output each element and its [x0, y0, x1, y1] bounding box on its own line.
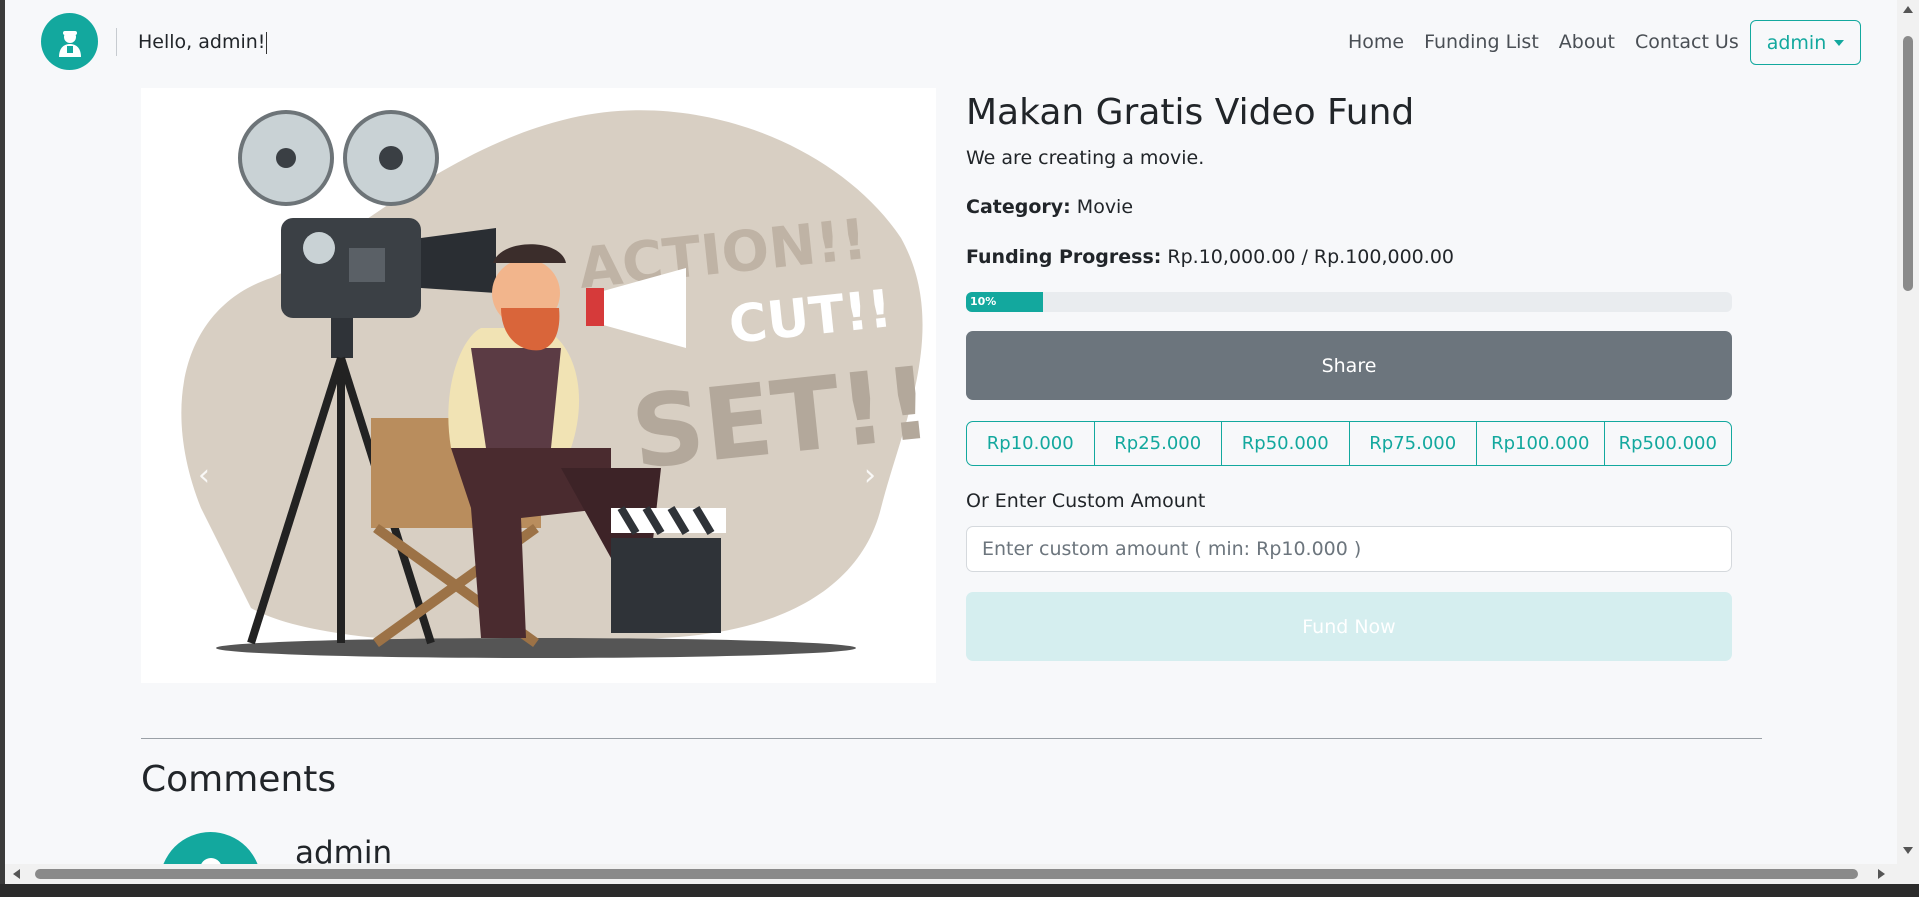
amount-button-75000[interactable]: Rp75.000: [1350, 422, 1477, 465]
comment-username: admin: [295, 835, 393, 864]
greeting-text: Hello, admin!: [138, 31, 268, 54]
nav-link-about[interactable]: About: [1559, 28, 1615, 56]
logo[interactable]: [41, 13, 98, 70]
carousel-next-button[interactable]: ›: [864, 458, 876, 493]
carousel-prev-button[interactable]: ‹: [198, 458, 210, 493]
category-value: Movie: [1076, 196, 1134, 218]
user-logo-icon: [58, 30, 81, 57]
vertical-scroll-thumb[interactable]: [1903, 36, 1913, 291]
user-dropdown-button[interactable]: admin: [1750, 20, 1861, 65]
fund-image-carousel: ACTION!! CUT!! SET!! ‹ ›: [141, 88, 936, 683]
vertical-scrollbar[interactable]: [1897, 0, 1919, 864]
amount-button-500000[interactable]: Rp500.000: [1605, 422, 1732, 465]
amount-button-50000[interactable]: Rp50.000: [1222, 422, 1350, 465]
comment-avatar: [160, 832, 261, 864]
os-taskbar: [0, 884, 1919, 897]
category-label: Category:: [966, 196, 1071, 218]
comments-title: Comments: [141, 759, 337, 800]
section-divider: [141, 738, 1762, 739]
scroll-left-icon[interactable]: [13, 869, 20, 879]
text-cursor: [266, 31, 268, 54]
amount-button-10000[interactable]: Rp10.000: [967, 422, 1095, 465]
nav-link-home[interactable]: Home: [1348, 28, 1404, 56]
fund-title: Makan Gratis Video Fund: [966, 92, 1415, 133]
fund-description: We are creating a movie.: [966, 147, 1205, 169]
caret-down-icon: [1834, 39, 1845, 46]
fund-details: Makan Gratis Video Fund We are creating …: [966, 88, 1732, 661]
scroll-right-icon[interactable]: [1878, 869, 1885, 879]
funding-progress-value: Rp.10,000.00 / Rp.100,000.00: [1167, 246, 1454, 268]
horizontal-scrollbar[interactable]: [5, 864, 1897, 884]
funding-progress-label: Funding Progress:: [966, 246, 1162, 268]
scroll-up-icon[interactable]: [1903, 6, 1913, 13]
progress-bar: 10%: [966, 292, 1732, 312]
navbar-divider: [116, 28, 117, 56]
nav-link-funding-list[interactable]: Funding List: [1424, 28, 1539, 56]
preset-amount-group: Rp10.000 Rp25.000 Rp50.000 Rp75.000 Rp10…: [966, 421, 1732, 466]
progress-bar-fill: 10%: [966, 292, 1043, 312]
horizontal-scroll-thumb[interactable]: [35, 869, 1858, 879]
funding-progress: Funding Progress: Rp.10,000.00 / Rp.100,…: [966, 244, 1732, 270]
nav-links: Home Funding List About Contact Us: [1348, 28, 1739, 56]
amount-button-25000[interactable]: Rp25.000: [1095, 422, 1222, 465]
custom-amount-label: Or Enter Custom Amount: [966, 490, 1206, 512]
share-button[interactable]: Share: [966, 331, 1732, 400]
amount-button-100000[interactable]: Rp100.000: [1477, 422, 1605, 465]
page-viewport: Hello, admin! Home Funding List About Co…: [5, 0, 1897, 864]
scroll-down-icon[interactable]: [1903, 847, 1913, 854]
scrollbar-corner: [1897, 864, 1919, 884]
director-illustration: ACTION!! CUT!! SET!!: [181, 110, 936, 658]
nav-link-contact-us[interactable]: Contact Us: [1635, 28, 1739, 56]
fund-category: Category: Movie: [966, 194, 1732, 220]
custom-amount-input[interactable]: [966, 526, 1732, 572]
fund-now-button[interactable]: Fund Now: [966, 592, 1732, 661]
navbar: Hello, admin! Home Funding List About Co…: [5, 0, 1897, 84]
user-dropdown-label: admin: [1766, 31, 1827, 54]
